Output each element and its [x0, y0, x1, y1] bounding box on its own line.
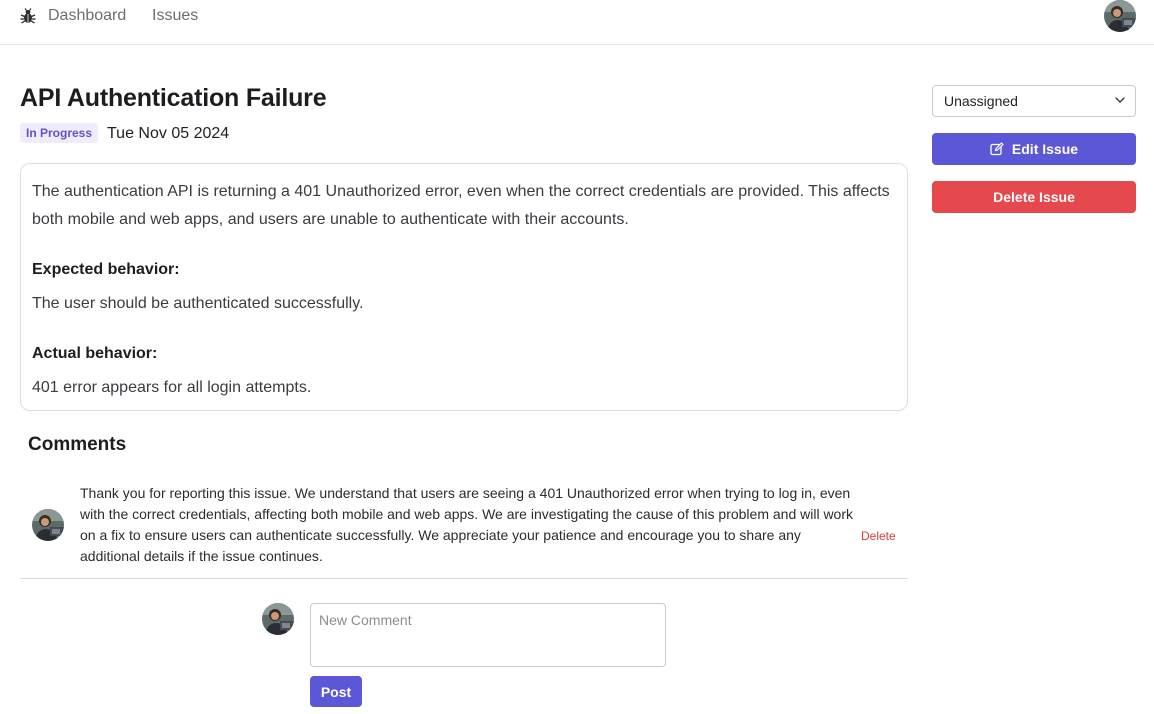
issue-description-card: The authentication API is returning a 40…	[20, 163, 908, 411]
assignee-value: Unassigned	[944, 93, 1018, 109]
nav-dashboard-link[interactable]: Dashboard	[48, 7, 126, 25]
user-avatar[interactable]	[1104, 0, 1136, 32]
comment-text: Thank you for reporting this issue. We u…	[80, 485, 854, 564]
delete-issue-button[interactable]: Delete Issue	[932, 181, 1136, 213]
edit-issue-button[interactable]: Edit Issue	[932, 133, 1136, 165]
post-comment-button[interactable]: Post	[310, 676, 362, 707]
bug-icon[interactable]	[20, 8, 36, 24]
edit-icon	[990, 142, 1004, 156]
description-intro: The authentication API is returning a 40…	[32, 183, 890, 228]
comment-author-avatar	[32, 509, 64, 541]
expected-behavior-text: The user should be authenticated success…	[32, 295, 364, 312]
navbar: Dashboard Issues	[0, 0, 1154, 45]
issue-title: API Authentication Failure	[20, 84, 327, 112]
chevron-down-icon	[1115, 97, 1125, 103]
comments-title: Comments	[28, 434, 127, 455]
delete-comment-link[interactable]: Delete	[861, 529, 896, 543]
new-comment-input[interactable]	[310, 603, 666, 667]
actual-behavior-text: 401 error appears for all login attempts…	[32, 379, 312, 396]
comment-divider	[20, 578, 908, 579]
actual-behavior-heading: Actual behavior:	[32, 345, 158, 362]
nav-issues-link[interactable]: Issues	[152, 7, 198, 25]
issue-date: Tue Nov 05 2024	[107, 125, 230, 142]
status-badge: In Progress	[20, 123, 99, 143]
current-user-avatar	[262, 603, 294, 635]
expected-behavior-heading: Expected behavior:	[32, 261, 180, 278]
assignee-select[interactable]: Unassigned	[932, 85, 1136, 117]
edit-issue-label: Edit Issue	[1011, 141, 1079, 157]
